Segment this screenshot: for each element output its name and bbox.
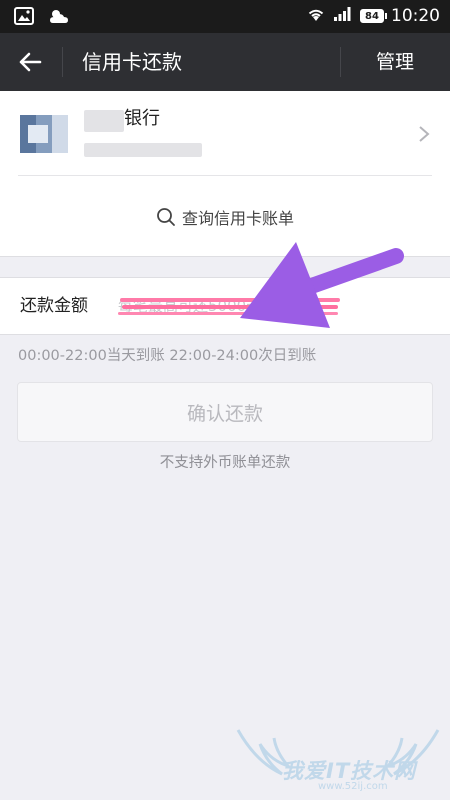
arrival-time-info: 00:00-22:00当天到账 22:00-24:00次日到账	[18, 348, 317, 364]
confirm-repay-button[interactable]: 确认还款	[17, 382, 433, 442]
watermark-url: www.52ij.com	[318, 781, 388, 792]
foreign-currency-note: 不支持外币账单还款	[159, 455, 291, 471]
